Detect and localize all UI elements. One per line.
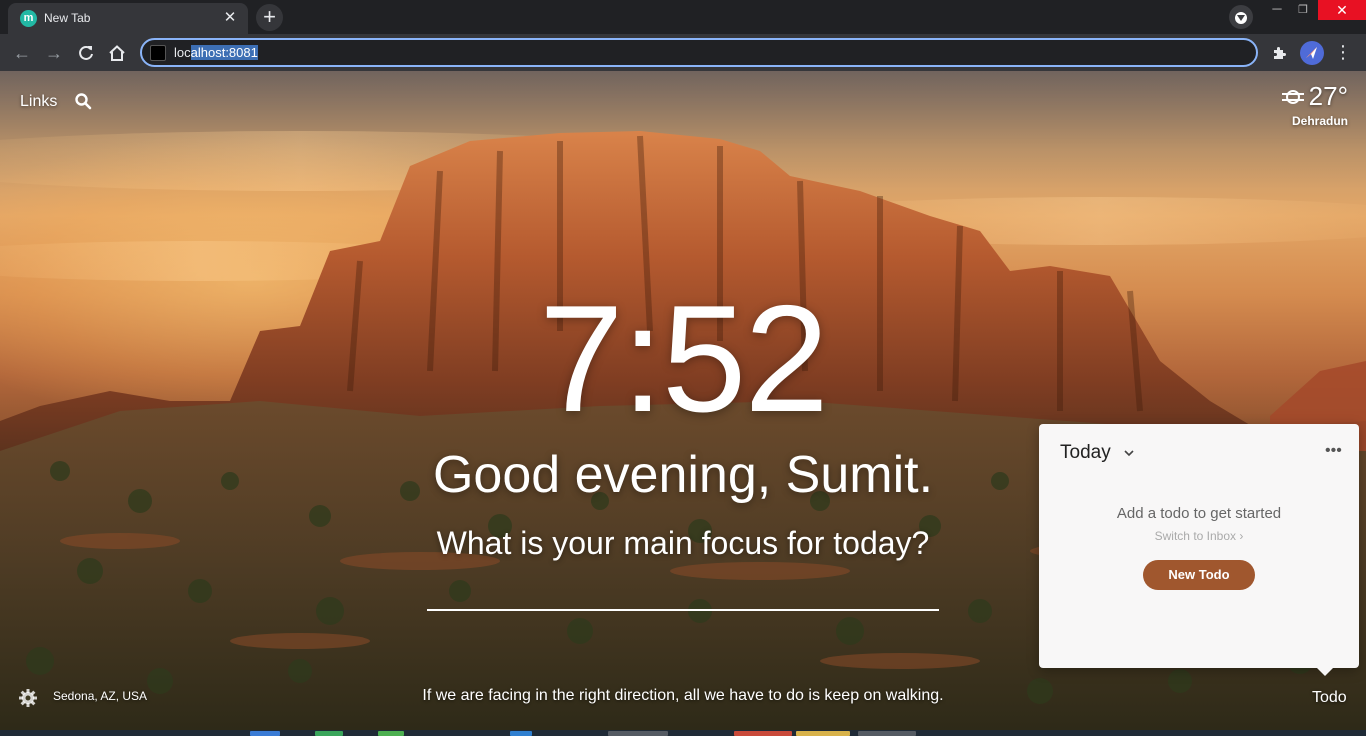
taskbar-app-icon[interactable]: [796, 731, 850, 736]
taskbar-app-icon[interactable]: [734, 731, 792, 736]
forward-arrow-icon[interactable]: →: [41, 40, 67, 66]
switch-to-inbox-link[interactable]: Switch to Inbox ›: [1039, 529, 1359, 543]
browser-toolbar: ← → localhost:8081 ⋮: [0, 34, 1366, 71]
haze-icon: [1281, 89, 1304, 104]
tab-title: New Tab: [44, 11, 91, 25]
daily-quote: If we are facing in the right direction,…: [422, 687, 944, 704]
taskbar-app-icon[interactable]: [858, 731, 916, 736]
tab-favicon-icon: m: [20, 10, 37, 27]
account-avatar[interactable]: [1300, 41, 1324, 65]
weather-location: Dehradun: [1291, 114, 1348, 128]
minimize-window-icon[interactable]: ─: [1266, 0, 1288, 20]
chevron-down-icon[interactable]: [1123, 447, 1135, 459]
tab-close-icon[interactable]: ✕: [220, 8, 240, 28]
reload-icon[interactable]: [73, 40, 99, 66]
kebab-menu-icon[interactable]: ⋮: [1334, 41, 1352, 65]
links-button[interactable]: Links: [20, 93, 57, 111]
extensions-puzzle-icon[interactable]: [1268, 42, 1290, 64]
media-control-icon[interactable]: [1229, 5, 1253, 29]
tab-strip: m New Tab ✕ + ─ ❐ ✕: [0, 0, 1366, 34]
site-info-icon[interactable]: [150, 45, 166, 61]
weather-temperature: 27°: [1308, 81, 1348, 111]
restore-window-icon[interactable]: ❐: [1292, 0, 1314, 20]
search-icon[interactable]: [74, 92, 92, 110]
taskbar-app-icon[interactable]: [378, 731, 404, 736]
taskbar-app-icon[interactable]: [608, 731, 668, 736]
browser-tab[interactable]: m New Tab ✕: [8, 3, 248, 34]
taskbar-app-icon[interactable]: [510, 731, 532, 736]
new-tab-page: Links 27° Dehradun 7:52 Good evening, Su…: [0, 71, 1366, 730]
switch-to-inbox-label: Switch to Inbox: [1154, 529, 1237, 543]
todo-list-selector[interactable]: Today: [1060, 442, 1111, 464]
new-tab-button[interactable]: +: [256, 4, 283, 31]
taskbar-app-icon[interactable]: [315, 731, 343, 736]
more-options-icon[interactable]: •••: [1325, 442, 1342, 460]
focus-input[interactable]: [427, 571, 939, 611]
url-unselected: loc: [174, 45, 191, 60]
todo-panel: Today ••• Add a todo to get started Swit…: [1039, 424, 1359, 676]
todo-empty-message: Add a todo to get started: [1116, 505, 1282, 522]
taskbar-app-icon[interactable]: [250, 731, 280, 736]
chevron-right-icon: ›: [1239, 529, 1244, 543]
clock: 7:52: [539, 274, 829, 444]
close-window-icon[interactable]: ✕: [1318, 0, 1366, 20]
weather-widget[interactable]: 27° Dehradun: [1281, 81, 1348, 128]
back-arrow-icon[interactable]: ←: [9, 40, 35, 66]
todo-toggle-button[interactable]: Todo: [1312, 689, 1347, 707]
new-todo-button[interactable]: New Todo: [1143, 560, 1255, 590]
home-icon[interactable]: [104, 40, 130, 66]
os-taskbar: [0, 730, 1366, 736]
address-text[interactable]: localhost:8081: [174, 45, 258, 60]
address-bar[interactable]: localhost:8081: [140, 38, 1258, 67]
url-selected: alhost:8081: [190, 45, 258, 60]
